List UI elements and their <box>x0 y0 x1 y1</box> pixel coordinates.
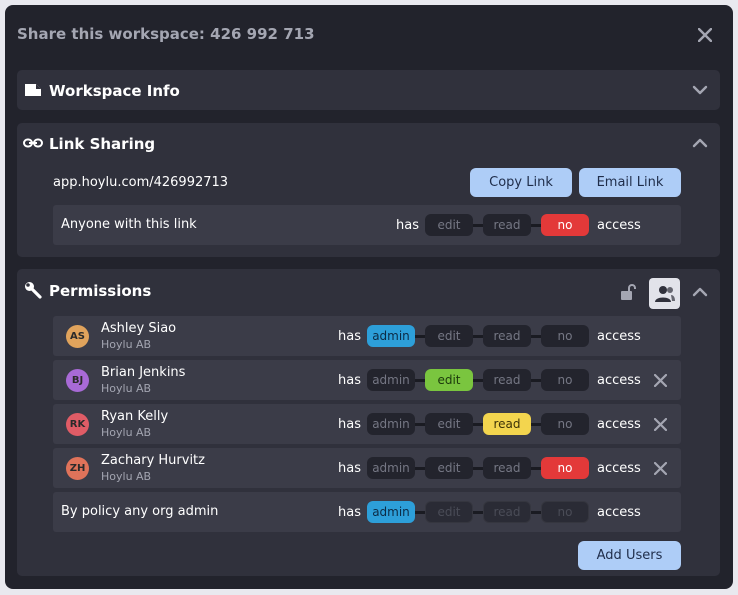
user-row: ZH Zachary Hurvitz Hoylu AB has admin ed… <box>53 448 681 488</box>
workspace-info-section[interactable]: Workspace Info <box>17 70 720 110</box>
chevron-up-icon[interactable] <box>689 132 711 154</box>
workspace-info-title: Workspace Info <box>49 82 180 100</box>
access-label: access <box>597 373 641 388</box>
link-sharing-section: Link Sharing app.hoylu.com/426992713 Cop… <box>17 123 720 257</box>
access-label: access <box>597 461 641 476</box>
permissions-title: Permissions <box>49 282 152 300</box>
access-option-no: no <box>541 501 589 523</box>
has-label: has <box>396 218 419 233</box>
has-label: has <box>338 505 361 520</box>
remove-user-icon[interactable] <box>652 372 668 388</box>
access-option-read[interactable]: read <box>483 214 531 236</box>
dialog-title: Share this workspace: 426 992 713 <box>17 25 315 43</box>
access-option-edit[interactable]: edit <box>425 325 473 347</box>
avatar: ZH <box>66 457 89 480</box>
user-group-icon[interactable] <box>649 278 680 309</box>
has-label: has <box>338 417 361 432</box>
access-option-edit[interactable]: edit <box>425 457 473 479</box>
access-option-admin[interactable]: admin <box>367 413 415 435</box>
policy-label: By policy any org admin <box>61 504 219 519</box>
user-name: Ashley Siao <box>101 321 177 336</box>
access-option-read[interactable]: read <box>483 369 531 391</box>
has-label: has <box>338 461 361 476</box>
access-label: access <box>597 417 641 432</box>
anyone-link-label: Anyone with this link <box>61 217 197 232</box>
access-option-admin: admin <box>367 501 415 523</box>
link-sharing-title: Link Sharing <box>49 135 156 153</box>
user-org: Hoylu AB <box>101 470 152 483</box>
copy-link-button[interactable]: Copy Link <box>470 168 572 197</box>
access-option-edit[interactable]: edit <box>425 413 473 435</box>
access-option-read[interactable]: read <box>483 457 531 479</box>
access-option-edit[interactable]: edit <box>425 369 473 391</box>
access-option-admin[interactable]: admin <box>367 325 415 347</box>
share-dialog: Share this workspace: 426 992 713 Worksp… <box>5 5 733 589</box>
user-row: BJ Brian Jenkins Hoylu AB has admin edit… <box>53 360 681 400</box>
access-option-no[interactable]: no <box>541 369 589 391</box>
chevron-down-icon[interactable] <box>689 79 711 101</box>
user-row: AS Ashley Siao Hoylu AB has admin edit r… <box>53 316 681 356</box>
access-option-edit: edit <box>425 501 473 523</box>
user-row: RK Ryan Kelly Hoylu AB has admin edit re… <box>53 404 681 444</box>
user-name: Brian Jenkins <box>101 365 186 380</box>
close-icon[interactable] <box>694 24 716 46</box>
access-option-no[interactable]: no <box>541 214 589 236</box>
share-url: app.hoylu.com/426992713 <box>53 175 229 190</box>
remove-user-icon[interactable] <box>652 460 668 476</box>
remove-user-icon[interactable] <box>652 416 668 432</box>
unlock-icon[interactable] <box>619 282 637 302</box>
user-org: Hoylu AB <box>101 338 152 351</box>
access-option-no[interactable]: no <box>541 457 589 479</box>
has-label: has <box>338 373 361 388</box>
avatar: RK <box>66 413 89 436</box>
add-users-button[interactable]: Add Users <box>578 541 681 570</box>
user-org: Hoylu AB <box>101 382 152 395</box>
chevron-up-icon[interactable] <box>689 281 711 303</box>
access-option-edit[interactable]: edit <box>425 214 473 236</box>
user-name: Ryan Kelly <box>101 409 169 424</box>
policy-row: By policy any org admin has admin edit r… <box>53 492 681 532</box>
wrench-icon <box>22 280 44 300</box>
access-label: access <box>597 218 641 233</box>
access-option-read: read <box>483 501 531 523</box>
permissions-section: Permissions AS Ashley Siao Hoylu AB has … <box>17 269 720 576</box>
document-icon <box>22 80 44 100</box>
anyone-link-row: Anyone with this link has edit read no a… <box>53 205 681 245</box>
has-label: has <box>338 329 361 344</box>
access-option-admin[interactable]: admin <box>367 457 415 479</box>
access-option-no[interactable]: no <box>541 325 589 347</box>
avatar: BJ <box>66 369 89 392</box>
user-name: Zachary Hurvitz <box>101 453 205 468</box>
avatar: AS <box>66 325 89 348</box>
access-option-read[interactable]: read <box>483 325 531 347</box>
link-icon <box>22 133 44 153</box>
access-option-admin[interactable]: admin <box>367 369 415 391</box>
user-org: Hoylu AB <box>101 426 152 439</box>
access-option-no[interactable]: no <box>541 413 589 435</box>
access-option-read[interactable]: read <box>483 413 531 435</box>
access-label: access <box>597 329 641 344</box>
access-label: access <box>597 505 641 520</box>
email-link-button[interactable]: Email Link <box>579 168 681 197</box>
